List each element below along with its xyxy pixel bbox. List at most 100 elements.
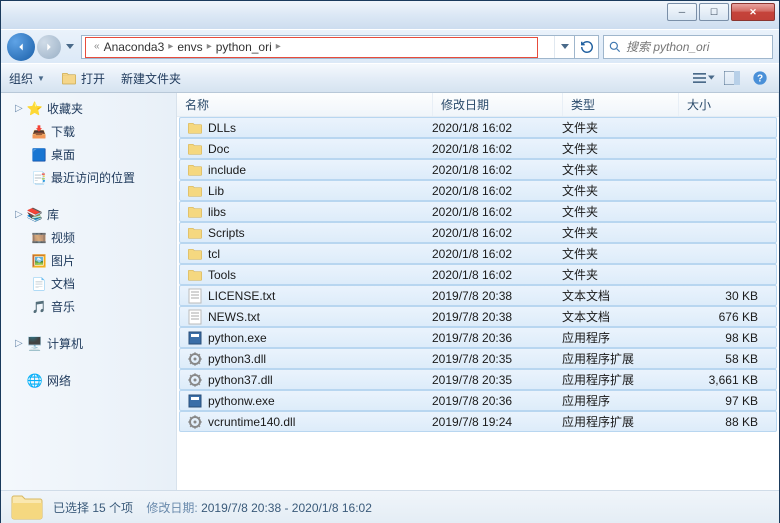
status-detail-label: 修改日期: xyxy=(146,501,197,515)
file-row[interactable]: NEWS.txt2019/7/8 20:38文本文档676 KB xyxy=(179,306,777,327)
computer-icon: 🖥️ xyxy=(27,336,43,352)
file-row[interactable]: vcruntime140.dll2019/7/8 19:24应用程序扩展88 K… xyxy=(179,411,777,432)
status-bar: 已选择 15 个项 修改日期: 2019/7/8 20:38 - 2020/1/… xyxy=(1,490,779,523)
file-row[interactable]: tcl2020/1/8 16:02文件夹 xyxy=(179,243,777,264)
newfolder-label: 新建文件夹 xyxy=(121,70,181,87)
folder-icon xyxy=(186,267,204,283)
file-row[interactable]: Lib2020/1/8 16:02文件夹 xyxy=(179,180,777,201)
sidebar-item-label: 文档 xyxy=(51,275,75,292)
sidebar-item[interactable]: 📥下载 xyxy=(1,120,176,143)
sidebar-computer-header[interactable]: ▷ 🖥️ 计算机 xyxy=(1,332,176,355)
breadcrumb-segment[interactable]: Anaconda3 xyxy=(104,40,165,54)
music-icon: 🎵 xyxy=(31,299,47,315)
file-date: 2020/1/8 16:02 xyxy=(432,184,562,198)
status-detail-value: 2019/7/8 20:38 - 2020/1/8 16:02 xyxy=(201,501,372,515)
file-date: 2020/1/8 16:02 xyxy=(432,268,562,282)
file-name: Tools xyxy=(208,268,432,282)
help-button[interactable]: ? xyxy=(749,67,771,89)
file-row[interactable]: pythonw.exe2019/7/8 20:36应用程序97 KB xyxy=(179,390,777,411)
address-dropdown[interactable] xyxy=(554,36,574,58)
column-size[interactable]: 大小 xyxy=(679,93,779,116)
file-row[interactable]: python3.dll2019/7/8 20:35应用程序扩展58 KB xyxy=(179,348,777,369)
folder-icon xyxy=(186,120,204,136)
sidebar-item[interactable]: 🎞️视频 xyxy=(1,226,176,249)
refresh-button[interactable] xyxy=(574,36,598,58)
file-date: 2020/1/8 16:02 xyxy=(432,247,562,261)
sidebar-item-label: 最近访问的位置 xyxy=(51,169,135,186)
minimize-button[interactable]: ─ xyxy=(667,3,697,21)
view-options-button[interactable] xyxy=(693,67,715,89)
file-type: 文件夹 xyxy=(562,119,678,136)
sidebar-item[interactable]: 🖼️图片 xyxy=(1,249,176,272)
text-icon xyxy=(186,309,204,325)
file-row[interactable]: DLLs2020/1/8 16:02文件夹 xyxy=(179,117,777,138)
chevron-icon: ▷ xyxy=(15,338,25,349)
nav-history-dropdown[interactable] xyxy=(63,33,77,61)
file-name: vcruntime140.dll xyxy=(208,415,432,429)
open-button[interactable]: 打开 xyxy=(61,70,105,87)
file-name: python3.dll xyxy=(208,352,432,366)
file-row[interactable]: include2020/1/8 16:02文件夹 xyxy=(179,159,777,180)
sidebar-item[interactable]: 🟦桌面 xyxy=(1,143,176,166)
dll-icon xyxy=(186,351,204,367)
back-button[interactable] xyxy=(7,33,35,61)
search-box[interactable] xyxy=(603,35,773,59)
sidebar-item[interactable]: 📑最近访问的位置 xyxy=(1,166,176,189)
column-date[interactable]: 修改日期 xyxy=(433,93,563,116)
star-icon: ⭐ xyxy=(27,101,43,117)
file-type: 文件夹 xyxy=(562,140,678,157)
breadcrumb-segment[interactable]: python_ori xyxy=(216,40,272,54)
file-size: 97 KB xyxy=(678,394,776,408)
file-date: 2020/1/8 16:02 xyxy=(432,121,562,135)
address-bar[interactable]: «Anaconda3▸envs▸python_ori▸ xyxy=(81,35,599,59)
file-name: DLLs xyxy=(208,121,432,135)
file-row[interactable]: libs2020/1/8 16:02文件夹 xyxy=(179,201,777,222)
preview-pane-button[interactable] xyxy=(721,67,743,89)
close-button[interactable]: ✕ xyxy=(731,3,775,21)
file-name: pythonw.exe xyxy=(208,394,432,408)
sidebar-item-label: 图片 xyxy=(51,252,75,269)
column-type[interactable]: 类型 xyxy=(563,93,679,116)
sidebar-item-label: 视频 xyxy=(51,229,75,246)
folder-icon xyxy=(186,141,204,157)
folder-icon xyxy=(186,225,204,241)
chevron-icon[interactable]: ▸ xyxy=(276,41,281,52)
chevron-icon[interactable]: ▸ xyxy=(207,41,212,52)
sidebar: ▷ ⭐ 收藏夹 📥下载🟦桌面📑最近访问的位置 ▷ 📚 库 🎞️视频🖼️图片📄文档… xyxy=(1,93,177,490)
file-name: NEWS.txt xyxy=(208,310,432,324)
sidebar-libraries-header[interactable]: ▷ 📚 库 xyxy=(1,203,176,226)
file-name: Doc xyxy=(208,142,432,156)
file-type: 应用程序扩展 xyxy=(562,413,678,430)
organize-label: 组织 xyxy=(9,70,33,87)
file-row[interactable]: python37.dll2019/7/8 20:35应用程序扩展3,661 KB xyxy=(179,369,777,390)
sidebar-item-label: 音乐 xyxy=(51,298,75,315)
dll-icon xyxy=(186,414,204,430)
organize-menu[interactable]: 组织▼ xyxy=(9,70,45,87)
maximize-button[interactable]: ☐ xyxy=(699,3,729,21)
exe-icon xyxy=(186,393,204,409)
search-input[interactable] xyxy=(626,40,768,54)
sidebar-network-header[interactable]: 🌐 网络 xyxy=(1,369,176,392)
file-row[interactable]: Scripts2020/1/8 16:02文件夹 xyxy=(179,222,777,243)
file-size: 98 KB xyxy=(678,331,776,345)
file-name: tcl xyxy=(208,247,432,261)
breadcrumb-segment[interactable]: envs xyxy=(177,40,202,54)
sidebar-item[interactable]: 📄文档 xyxy=(1,272,176,295)
chevron-icon[interactable]: ▸ xyxy=(168,41,173,52)
file-row[interactable]: Tools2020/1/8 16:02文件夹 xyxy=(179,264,777,285)
file-list: DLLs2020/1/8 16:02文件夹Doc2020/1/8 16:02文件… xyxy=(177,117,779,490)
sidebar-item[interactable]: 🎵音乐 xyxy=(1,295,176,318)
file-row[interactable]: LICENSE.txt2019/7/8 20:38文本文档30 KB xyxy=(179,285,777,306)
file-row[interactable]: Doc2020/1/8 16:02文件夹 xyxy=(179,138,777,159)
file-type: 应用程序 xyxy=(562,392,678,409)
column-name[interactable]: 名称 xyxy=(177,93,433,116)
file-row[interactable]: python.exe2019/7/8 20:36应用程序98 KB xyxy=(179,327,777,348)
file-date: 2020/1/8 16:02 xyxy=(432,226,562,240)
new-folder-button[interactable]: 新建文件夹 xyxy=(121,70,181,87)
file-type: 文件夹 xyxy=(562,182,678,199)
file-name: include xyxy=(208,163,432,177)
sidebar-favorites-header[interactable]: ▷ ⭐ 收藏夹 xyxy=(1,97,176,120)
file-type: 文件夹 xyxy=(562,224,678,241)
forward-button[interactable] xyxy=(37,35,61,59)
column-headers: 名称 修改日期 类型 大小 xyxy=(177,93,779,117)
